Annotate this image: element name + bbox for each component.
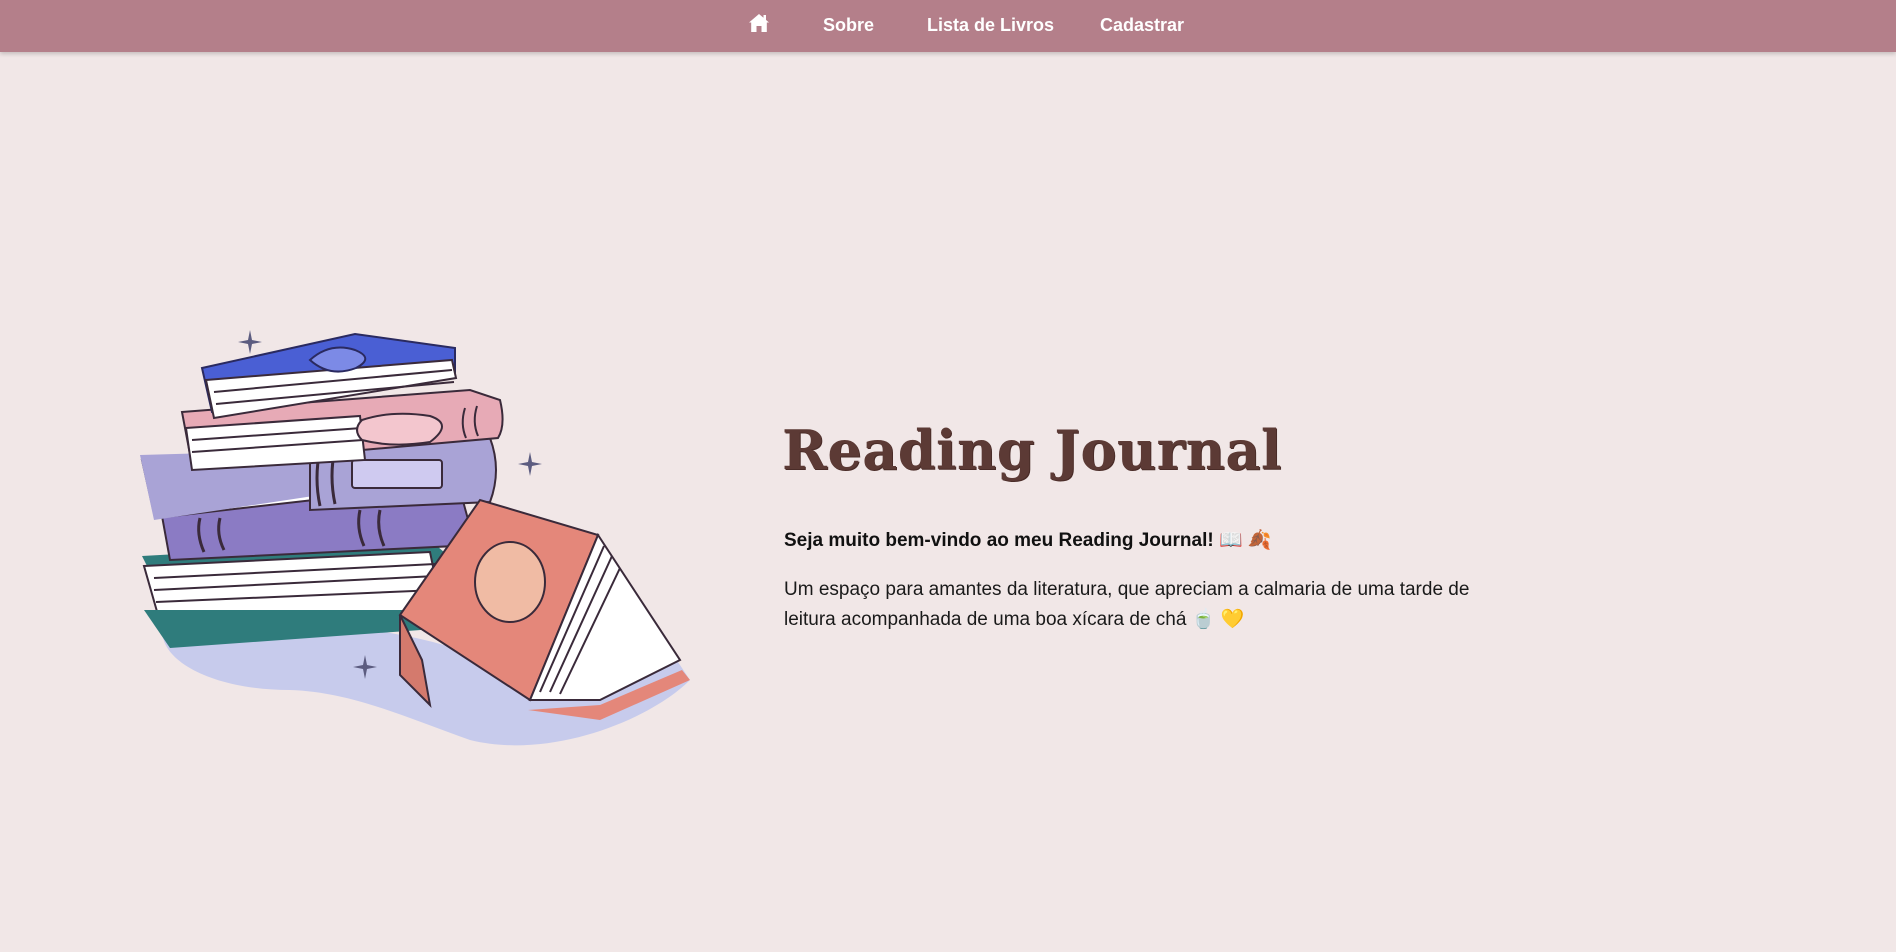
nav-cadastrar[interactable]: Cadastrar — [1100, 13, 1184, 37]
welcome-text: Seja muito bem-vindo ao meu Reading Jour… — [784, 528, 1272, 552]
description-text: Um espaço para amantes da literatura, qu… — [784, 579, 1470, 630]
page-title: Reading Journal — [782, 418, 1282, 482]
nav-lista-de-livros[interactable]: Lista de Livros — [927, 13, 1054, 37]
welcome-message: Seja muito bem-vindo ao meu Reading Jour… — [784, 530, 1214, 551]
top-navbar: Sobre Lista de Livros Cadastrar — [0, 0, 1896, 52]
nav-sobre[interactable]: Sobre — [823, 13, 874, 37]
welcome-emoji: 📖 🍂 — [1218, 530, 1272, 551]
book-stack-illustration — [140, 330, 690, 746]
home-icon — [749, 14, 769, 32]
home-link[interactable] — [747, 11, 771, 35]
